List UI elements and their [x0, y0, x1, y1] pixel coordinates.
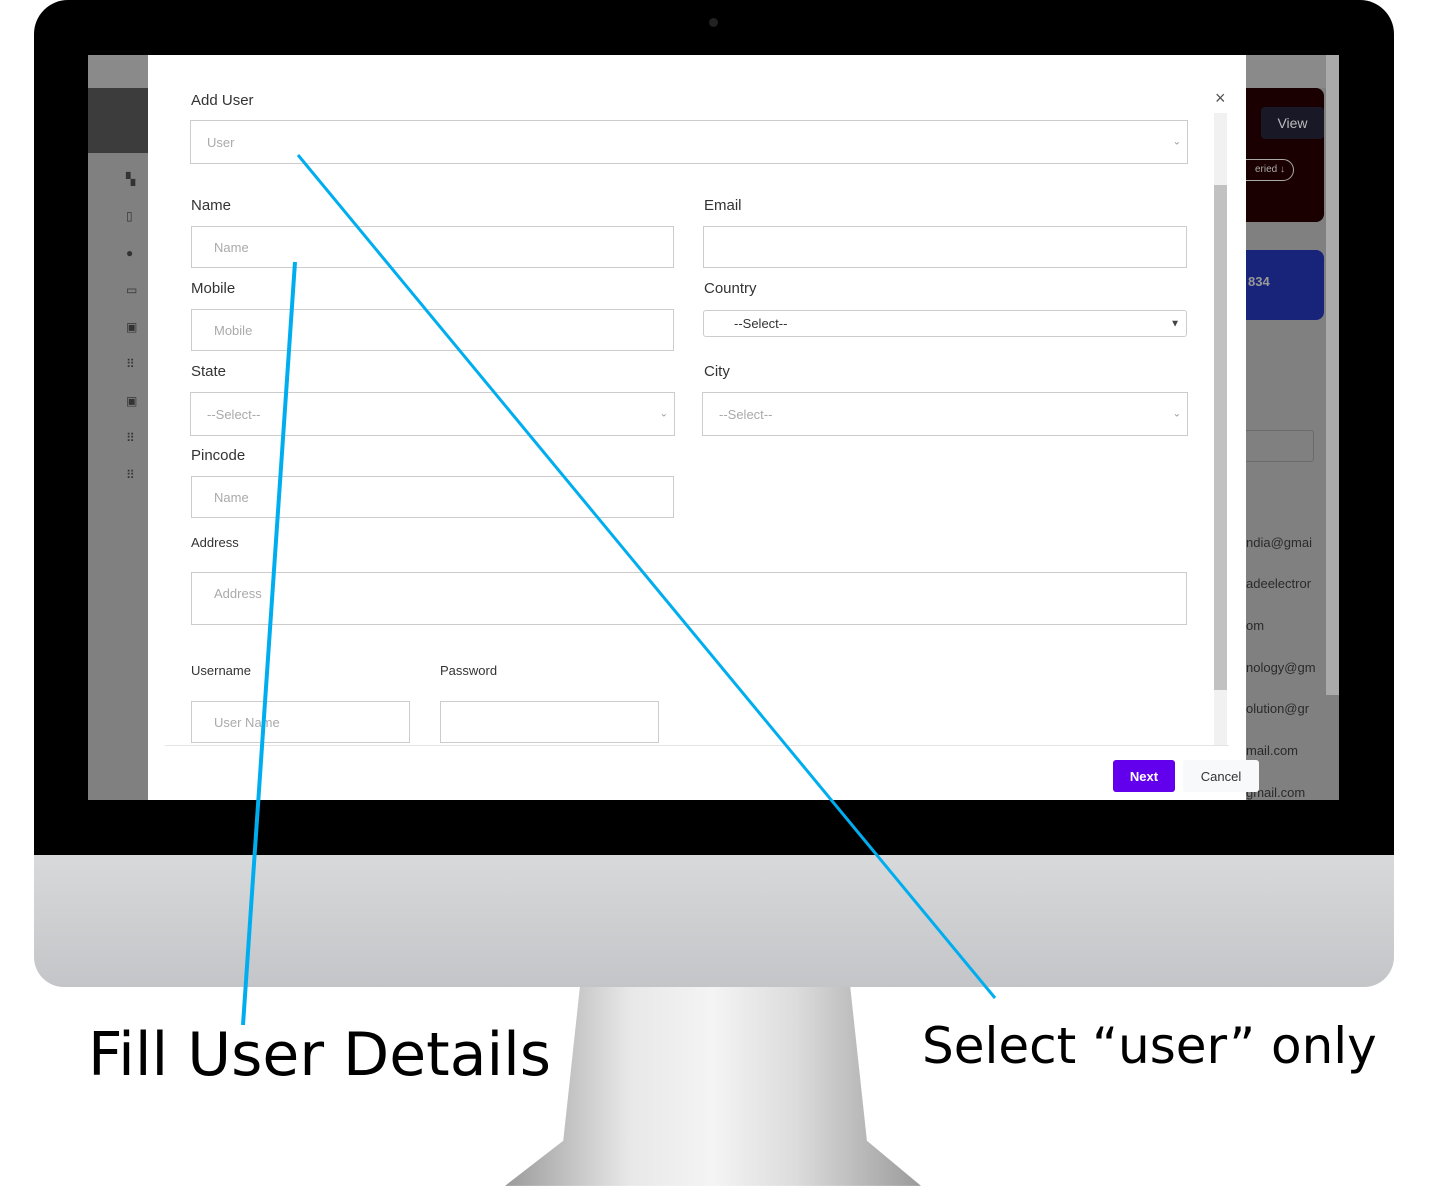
pointer-line-user-select: [296, 154, 997, 999]
caption-fill-details: Fill User Details: [88, 1020, 552, 1090]
pointer-line-details: [241, 261, 297, 1026]
caption-select-user: Select “user” only: [922, 1017, 1377, 1075]
annotation-lines: [241, 154, 997, 1026]
